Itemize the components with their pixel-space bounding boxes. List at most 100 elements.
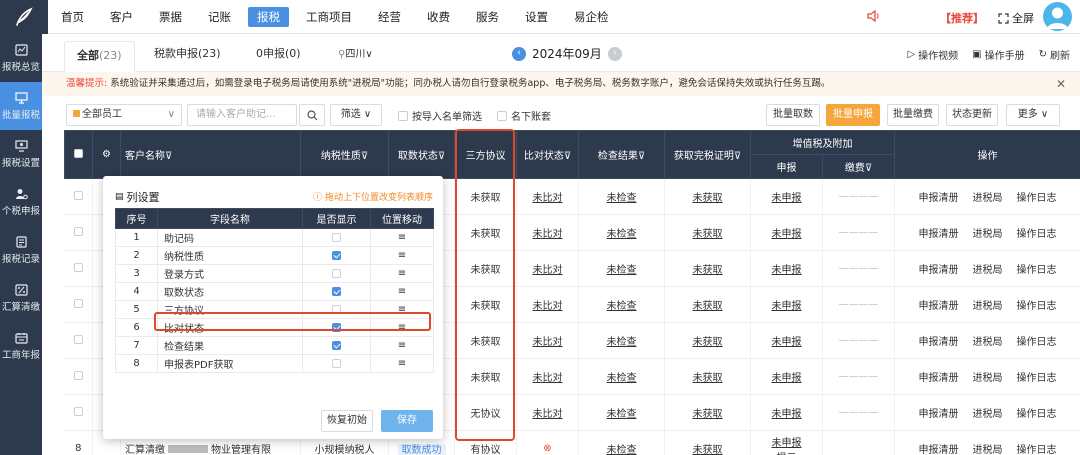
refresh-link[interactable]: ↻ 刷新 [1039,47,1070,62]
compare-cell[interactable]: 未比对 [516,214,579,251]
proof-link[interactable]: 未获取 [693,265,723,276]
reset-button[interactable]: 恢复初始 [321,410,373,432]
proof-link[interactable]: 未获取 [693,409,723,420]
column-settings-cell[interactable]: ⚙ [92,130,121,179]
compare-cell[interactable]: 未比对 [516,286,579,323]
batch-fetch-button[interactable]: 批量取数 [766,104,820,126]
tab-all[interactable]: 全部(23) [64,41,135,72]
row-select-cell[interactable] [64,250,93,287]
op-link[interactable]: 进税局 [973,373,1003,384]
op-link[interactable]: 进税局 [973,301,1003,312]
declare-cell[interactable]: 未申报 [750,358,823,395]
drag-cell[interactable]: ≡ [370,282,434,301]
nav-item[interactable]: 设置 [516,7,557,27]
check-link[interactable]: 未检查 [607,265,637,276]
declare-cell[interactable]: 未申报 [750,178,823,215]
op-link[interactable]: 进税局 [973,409,1003,420]
show-checkbox[interactable] [332,286,341,296]
check-cell[interactable]: 未检查 [578,322,665,359]
row-select-cell[interactable] [64,286,93,323]
sidebar-item[interactable]: 汇算清缴 [0,274,42,322]
check-link[interactable]: 未检查 [607,445,637,455]
compare-cell[interactable]: 未比对 [516,250,579,287]
recommend-link[interactable]: 【推荐】 [940,10,984,26]
check-cell[interactable]: 未检查 [578,178,665,215]
gear-icon[interactable]: ⚙ [102,149,111,160]
op-link[interactable]: 申报清册 [919,265,959,276]
drag-cell[interactable]: ≡ [370,336,434,355]
show-checkbox[interactable] [332,304,341,314]
compare-link[interactable]: 未比对 [533,409,563,420]
month-accounts-checkbox[interactable]: 名下账套 [497,108,551,123]
header-tax-proof[interactable]: 获取完税证明⊽ [664,130,751,179]
nav-item[interactable]: 收费 [418,7,459,27]
staff-select[interactable]: 全部员工 ∨ [66,104,182,126]
declare-link[interactable]: 未申报 [772,438,802,449]
status-update-button[interactable]: 状态更新 [946,104,998,126]
op-link[interactable]: 操作日志 [1017,373,1057,384]
column-setting-row[interactable]: 8 申报表PDF获取 ≡ [115,354,434,373]
show-checkbox[interactable] [332,268,341,278]
batch-pay-button[interactable]: 批量缴费 [887,104,939,126]
check-link[interactable]: 未检查 [607,193,637,204]
declare-link[interactable]: 未申报 [772,409,802,420]
header-fetch-status[interactable]: 取数状态⊽ [388,130,455,179]
row-checkbox[interactable] [73,226,83,236]
row-select-cell[interactable] [64,394,93,431]
check-cell[interactable]: 未检查 [578,214,665,251]
region-select[interactable]: ⚲四川∨ [338,45,373,60]
check-link[interactable]: 未检查 [607,301,637,312]
drag-cell[interactable]: ≡ [370,318,434,337]
customer-name[interactable]: 汇算清缴 [125,445,165,455]
check-cell[interactable]: 未检查 [578,250,665,287]
op-link[interactable]: 操作日志 [1017,265,1057,276]
compare-cell[interactable]: 未比对 [516,358,579,395]
drag-cell[interactable]: ≡ [370,354,434,373]
nav-item[interactable]: 记账 [199,7,240,27]
op-link[interactable]: 进税局 [973,229,1003,240]
drag-cell[interactable]: ≡ [370,264,434,283]
compare-cell[interactable]: 未比对 [516,394,579,431]
show-toggle-cell[interactable] [302,282,371,301]
compare-cell[interactable]: 未比对 [516,178,579,215]
sidebar-item[interactable]: 报税设置 [0,130,42,178]
column-setting-row[interactable]: 5 三方协议 ≡ [115,300,434,319]
error-icon[interactable]: ⊗ [543,443,551,454]
drag-handle-icon[interactable]: ≡ [398,322,406,333]
sidebar-item[interactable]: 批量报税 [0,82,42,130]
proof-link[interactable]: 未获取 [693,373,723,384]
compare-cell[interactable]: 未比对 [516,322,579,359]
nav-item[interactable]: 易企检 [565,7,618,27]
op-link[interactable]: 操作日志 [1017,337,1057,348]
op-link[interactable]: 申报清册 [919,373,959,384]
column-setting-row[interactable]: 1 助记码 ≡ [115,228,434,247]
show-checkbox[interactable] [332,358,341,368]
drag-cell[interactable]: ≡ [370,300,434,319]
proof-cell[interactable]: 未获取 [664,250,751,287]
header-check-result[interactable]: 检查结果⊽ [578,130,665,179]
fullscreen-button[interactable]: 全屏 [998,10,1034,26]
header-tax-nature[interactable]: 纳税性质⊽ [300,130,389,179]
declare-cell[interactable]: 未申报提示 [750,430,823,455]
search-input[interactable]: 请输入客户助记... [187,104,297,126]
compare-link[interactable]: 未比对 [533,265,563,276]
drag-cell[interactable]: ≡ [370,246,434,265]
show-checkbox[interactable] [332,232,341,242]
show-toggle-cell[interactable] [302,354,371,373]
check-link[interactable]: 未检查 [607,229,637,240]
select-all-checkbox[interactable] [74,148,83,158]
row-checkbox[interactable] [73,262,83,272]
compare-link[interactable]: 未比对 [533,301,563,312]
drag-handle-icon[interactable]: ≡ [398,304,406,315]
header-tripartite[interactable]: 三方协议 [454,130,517,179]
sidebar-item[interactable]: 工商年报 [0,322,42,370]
op-link[interactable]: 进税局 [973,337,1003,348]
declare-link[interactable]: 未申报 [772,373,802,384]
op-link[interactable]: 申报清册 [919,409,959,420]
proof-link[interactable]: 未获取 [693,229,723,240]
prev-month-icon[interactable]: ‹ [512,46,526,61]
sidebar-item[interactable]: 个税申报 [0,178,42,226]
op-link[interactable]: 操作日志 [1017,301,1057,312]
user-avatar[interactable] [1043,2,1072,31]
filter-funnel-icon[interactable]: ⊽ [638,151,645,162]
